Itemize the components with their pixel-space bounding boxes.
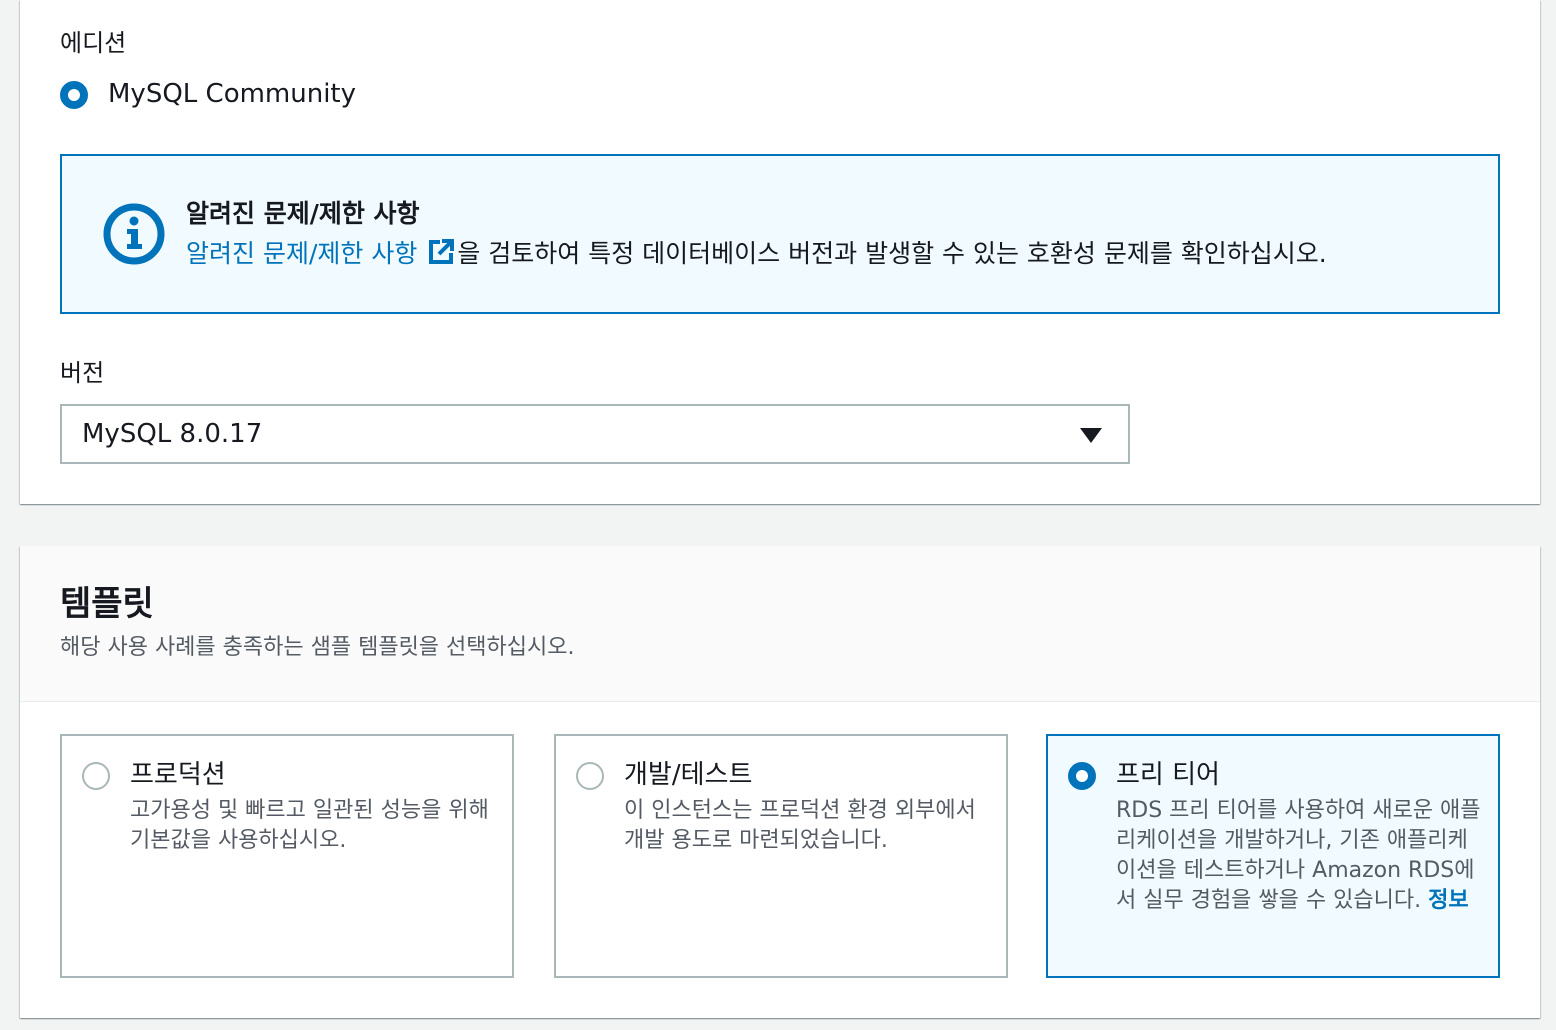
template-tile-free-tier[interactable]: 프리 티어 RDS 프리 티어를 사용하여 새로운 애플리케이션을 개발하거나,…: [1046, 734, 1500, 978]
template-tile-dev-test[interactable]: 개발/테스트 이 인스턴스는 프로덕션 환경 외부에서 개발 용도로 마련되었습…: [554, 734, 1008, 978]
template-description: 이 인스턴스는 프로덕션 환경 외부에서 개발 용도로 마련되었습니다.: [624, 798, 976, 853]
templates-title: 템플릿: [60, 584, 154, 624]
edition-label: 에디션: [60, 29, 127, 57]
known-issues-alert: 알려진 문제/제한 사항 알려진 문제/제한 사항을 검토하여 특정 데이터베이…: [60, 154, 1500, 314]
template-title: 프리 티어: [1116, 760, 1220, 790]
templates-header: 템플릿 해당 사용 사례를 충족하는 샘플 템플릿을 선택하십시오.: [20, 546, 1540, 702]
caret-down-icon: [1080, 428, 1102, 443]
alert-body-text: 을 검토하여 특정 데이터베이스 버전과 발생할 수 있는 호환성 문제를 확인…: [457, 239, 1327, 268]
engine-options-panel: 에디션 MySQL Community 알려진 문제/제한 사항 알려진 문제/…: [20, 0, 1540, 504]
alert-body: 알려진 문제/제한 사항 을 검토하여 특정 데이터베이스 버전과 발생할 수 있…: [186, 238, 1327, 270]
template-radio-dev-test[interactable]: [576, 762, 604, 790]
edition-option-label[interactable]: MySQL Community: [108, 78, 356, 110]
info-circle-icon: [103, 203, 165, 265]
templates-panel: 템플릿 해당 사용 사례를 충족하는 샘플 템플릿을 선택하십시오. 프로덕션 …: [20, 546, 1540, 1018]
template-radio-free-tier[interactable]: [1068, 762, 1096, 790]
version-label: 버전: [60, 359, 105, 387]
version-select-value: MySQL 8.0.17: [82, 419, 263, 449]
known-issues-link[interactable]: 알려진 문제/제한 사항: [186, 239, 417, 268]
external-link-icon[interactable]: [427, 238, 455, 266]
template-description-text: RDS 프리 티어를 사용하여 새로운 애플리케이션을 개발하거나, 기존 애플…: [1116, 798, 1481, 913]
edition-radio-mysql-community[interactable]: [60, 81, 88, 109]
info-link[interactable]: 정보: [1428, 888, 1468, 913]
template-title: 프로덕션: [130, 760, 226, 790]
templates-description: 해당 사용 사례를 충족하는 샘플 템플릿을 선택하십시오.: [60, 635, 575, 660]
alert-title: 알려진 문제/제한 사항: [186, 199, 420, 228]
template-radio-production[interactable]: [82, 762, 110, 790]
template-description: 고가용성 및 빠르고 일관된 성능을 위해 기본값을 사용하십시오.: [130, 798, 489, 853]
version-select[interactable]: MySQL 8.0.17: [60, 404, 1130, 464]
template-title: 개발/테스트: [624, 760, 753, 790]
template-tile-production[interactable]: 프로덕션 고가용성 및 빠르고 일관된 성능을 위해 기본값을 사용하십시오.: [60, 734, 514, 978]
template-description: RDS 프리 티어를 사용하여 새로운 애플리케이션을 개발하거나, 기존 애플…: [1116, 796, 1486, 916]
